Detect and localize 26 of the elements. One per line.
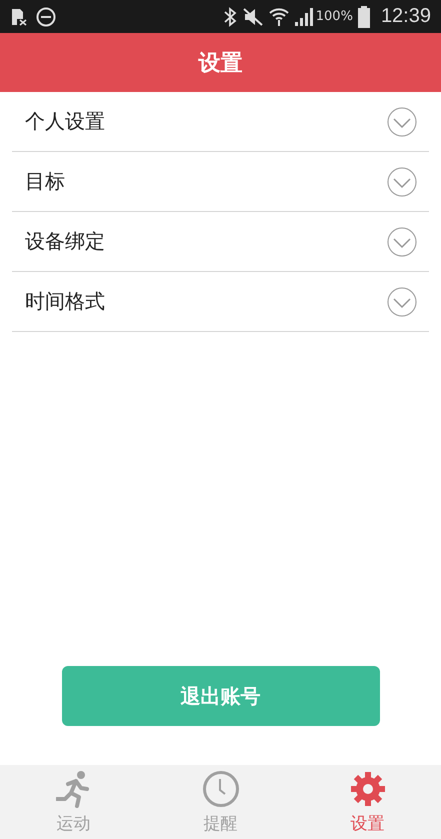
wifi-icon [268,6,289,26]
settings-row[interactable]: 个人设置 [12,92,429,152]
chevron-down-icon[interactable] [387,106,417,136]
chevron-down-icon[interactable] [387,286,417,316]
settings-label: 目标 [25,168,65,195]
battery-icon [358,6,370,28]
bluetooth-icon [222,6,237,26]
runner-icon [56,770,92,808]
settings-label: 个人设置 [25,108,105,135]
chevron-down-icon[interactable] [387,226,417,256]
settings-label: 时间格式 [25,288,105,315]
settings-row[interactable]: 设备绑定 [12,212,429,272]
settings-row[interactable]: 时间格式 [12,272,429,332]
settings-row[interactable]: 目标 [12,152,429,212]
do-not-disturb-icon [36,6,56,26]
chevron-down-icon[interactable] [387,166,417,196]
page-title: 设置 [198,50,242,78]
settings-label: 设备绑定 [25,228,105,255]
tab[interactable]: 设置 [294,765,441,839]
clock-icon [202,770,240,808]
gear-icon [348,770,386,808]
signal-icon [294,8,314,26]
battery-percentage: 100% [316,9,353,24]
clock-time: 12:39 [380,5,431,28]
muted-speaker-icon [242,6,264,26]
sim-card-icon [10,8,28,26]
